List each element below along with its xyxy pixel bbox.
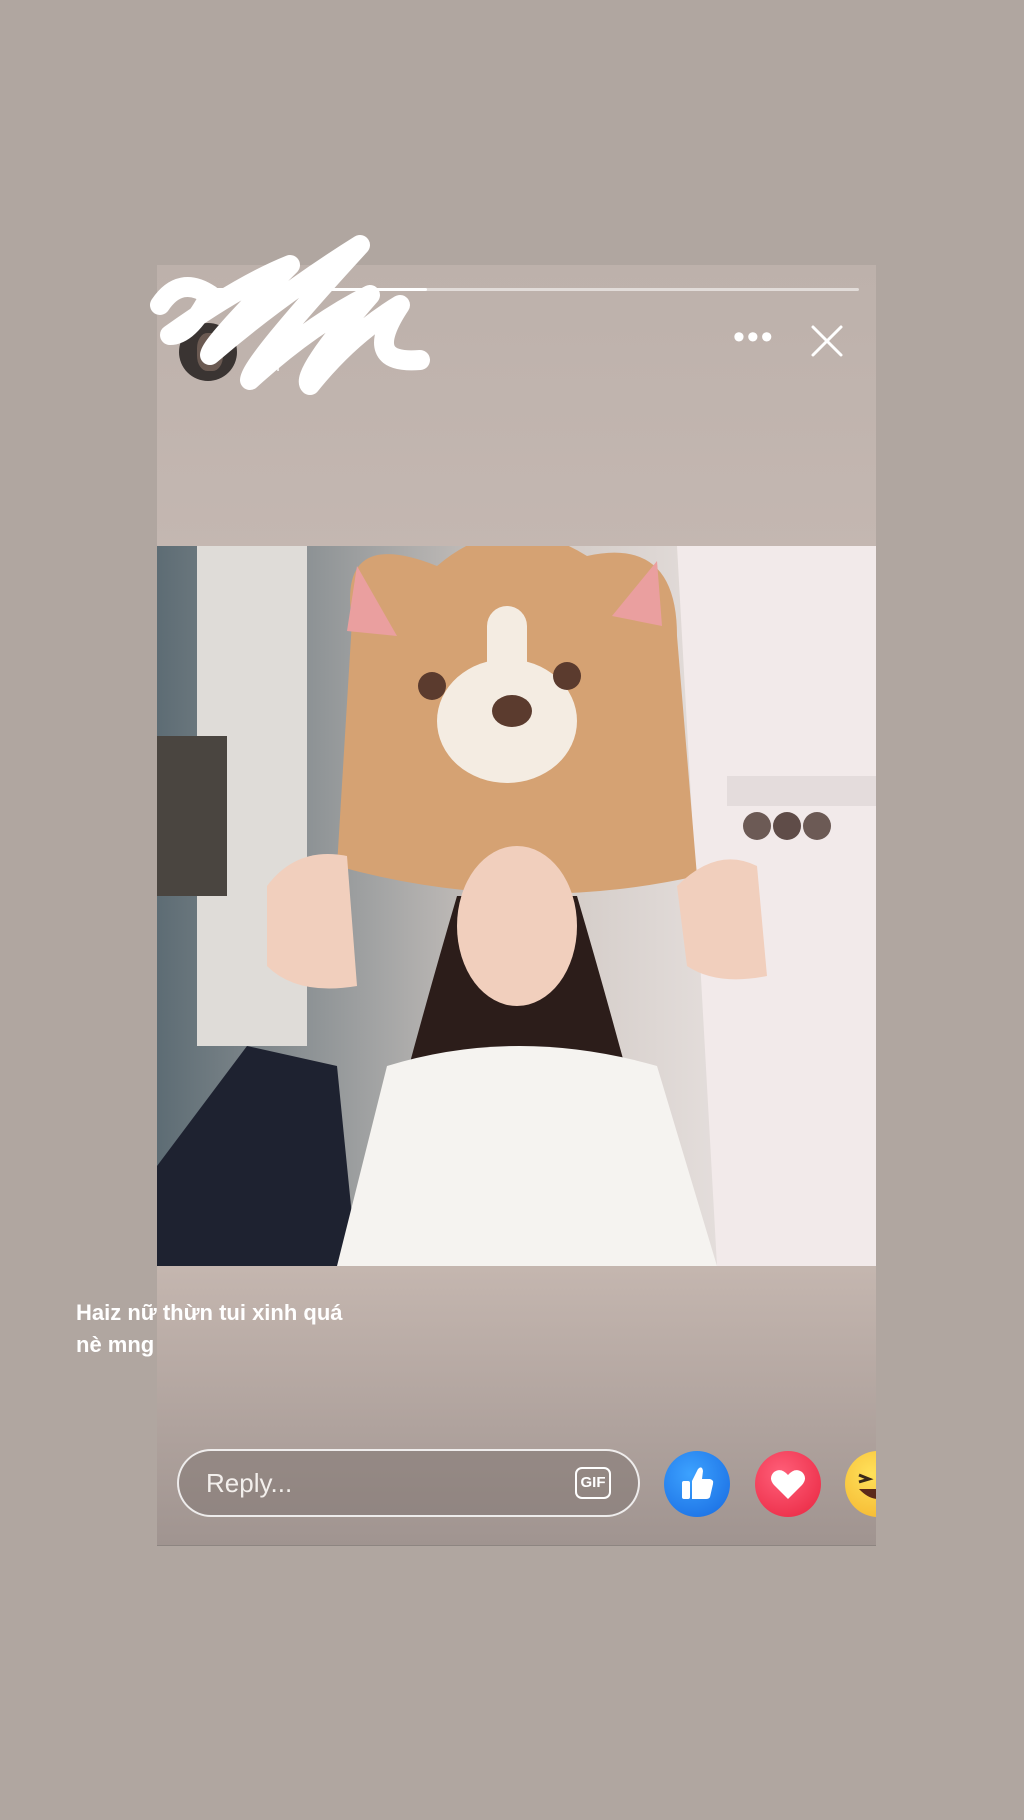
more-options-button[interactable]: ••• (733, 320, 777, 357)
caption-line-2: nè mng (76, 1332, 155, 1357)
divider (157, 1545, 876, 1546)
love-icon (771, 1470, 805, 1499)
story-caption: Haiz nữ thừn tui xinh quá nè mng (76, 1297, 376, 1361)
haha-icon (858, 1473, 876, 1499)
close-icon[interactable] (809, 323, 845, 359)
like-icon (682, 1467, 714, 1499)
haha-reaction-button[interactable] (845, 1451, 876, 1517)
redaction-scribble (150, 235, 430, 395)
like-reaction-button[interactable] (664, 1451, 730, 1517)
caption-line-1: Haiz nữ thừn tui xinh quá (76, 1300, 343, 1325)
reply-placeholder: Reply... (206, 1468, 293, 1498)
gif-button[interactable]: GIF (575, 1467, 611, 1499)
love-reaction-button[interactable] (755, 1451, 821, 1517)
story-photo (157, 546, 876, 1266)
reply-input[interactable]: Reply... GIF (177, 1449, 640, 1517)
